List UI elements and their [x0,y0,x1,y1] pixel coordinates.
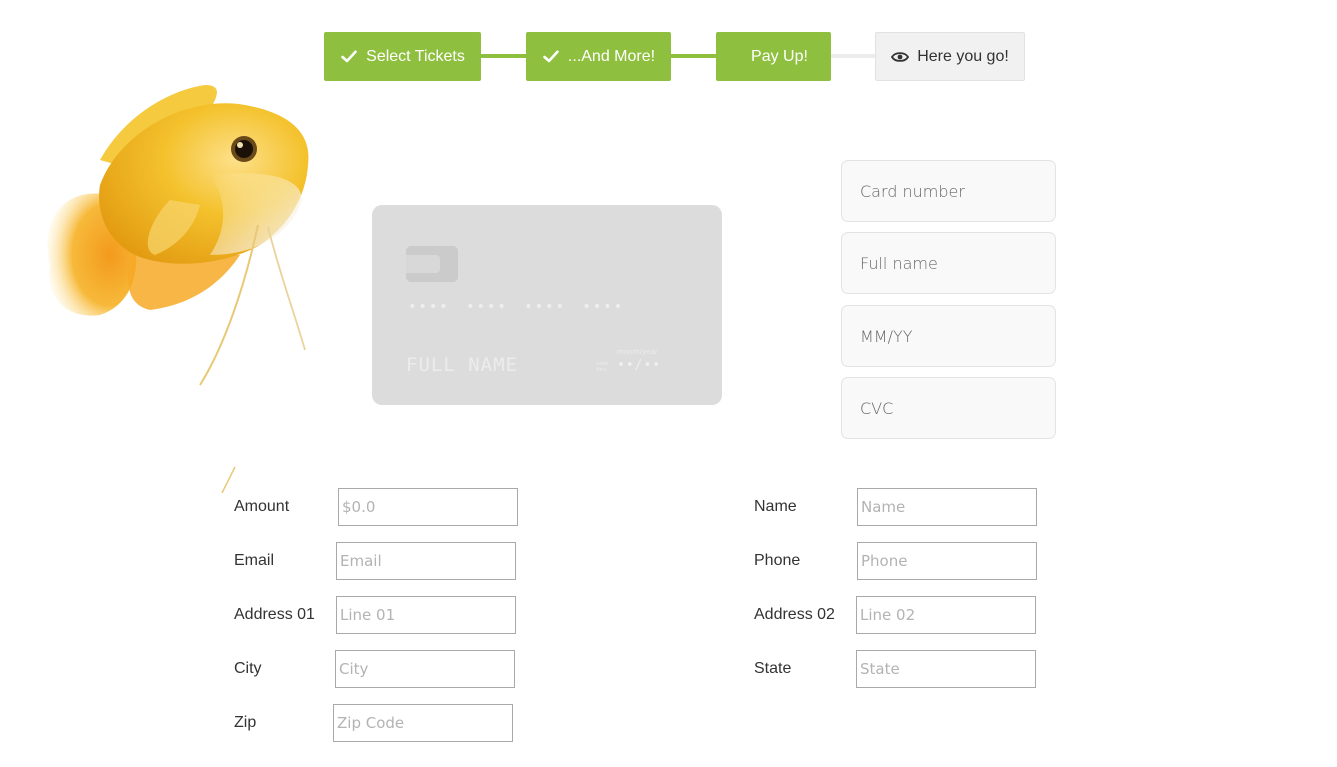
card-chip [406,246,458,282]
fish-image [47,85,309,494]
step-pay-up[interactable]: Pay Up! [716,32,831,81]
check-icon [542,48,560,66]
card-number-display: •••• •••• •••• •••• [408,299,625,315]
phone-label: Phone [754,552,801,569]
address2-input[interactable] [856,596,1036,634]
expiry-input[interactable] [841,305,1056,367]
cvc-input[interactable] [841,377,1056,439]
zip-label: Zip [234,714,257,731]
address1-input[interactable] [336,596,516,634]
full-name-input[interactable] [841,232,1056,294]
card-month-year-label: month/year [617,348,658,356]
step-label: Pay Up! [751,47,808,65]
step-connector [670,54,716,58]
step-select-tickets[interactable]: Select Tickets [324,32,481,81]
credit-card-preview: •••• •••• •••• •••• FULL NAME valid thru… [372,205,722,405]
address1-label: Address 01 [234,606,315,623]
step-connector [830,54,876,58]
step-label: Here you go! [917,47,1009,65]
amount-label: Amount [234,498,290,515]
city-input[interactable] [335,650,515,688]
step-here-you-go[interactable]: Here you go! [875,32,1025,81]
state-input[interactable] [856,650,1036,688]
name-label: Name [754,498,797,515]
card-name-display: FULL NAME [406,354,518,376]
card-expiry-display: ••/•• [617,358,662,373]
amount-input[interactable] [338,488,518,526]
state-label: State [754,660,792,677]
name-input[interactable] [857,488,1037,526]
step-connector [480,54,526,58]
step-and-more[interactable]: ...And More! [526,32,671,81]
phone-input[interactable] [857,542,1037,580]
step-label: ...And More! [567,47,656,65]
email-input[interactable] [336,542,516,580]
zip-input[interactable] [333,704,513,742]
step-label: Select Tickets [366,47,465,65]
city-label: City [234,660,262,677]
address2-label: Address 02 [754,606,835,623]
card-number-input[interactable] [841,160,1056,222]
card-valid-label: valid thru [596,361,608,373]
check-icon [340,48,358,66]
eye-icon [891,48,910,66]
email-label: Email [234,552,275,569]
